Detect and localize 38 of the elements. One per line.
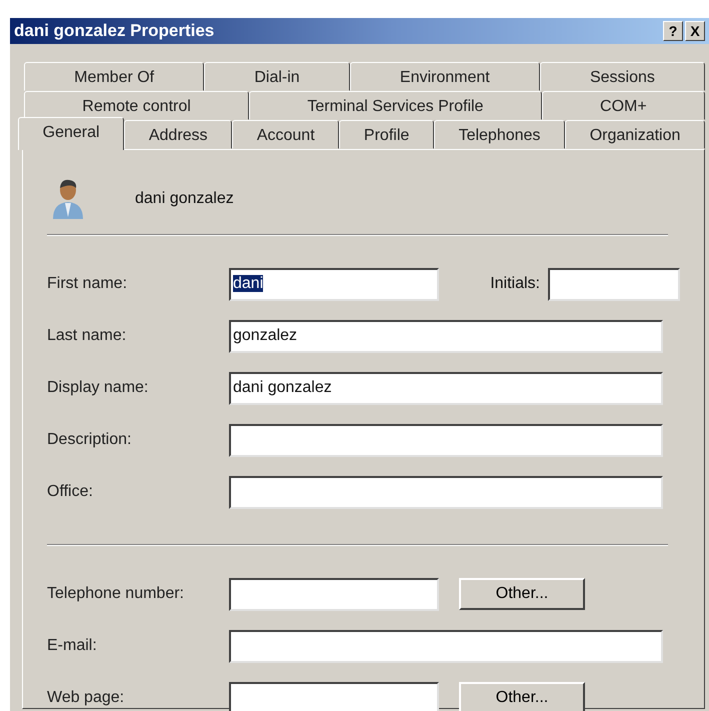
tab[interactable]: Terminal Services Profile bbox=[249, 91, 542, 120]
close-button[interactable]: X bbox=[685, 21, 705, 41]
field-label: E-mail: bbox=[47, 636, 98, 656]
field-label: Description: bbox=[47, 430, 132, 450]
tab[interactable]: Organization bbox=[565, 120, 706, 149]
input-field[interactable] bbox=[229, 424, 663, 456]
input-field[interactable] bbox=[229, 682, 439, 711]
other-button[interactable]: Other... bbox=[459, 578, 585, 610]
tab[interactable]: Address bbox=[124, 120, 232, 149]
field-label: Last name: bbox=[47, 326, 128, 346]
tab[interactable]: Remote control bbox=[24, 91, 250, 120]
field-label: Web page: bbox=[47, 688, 126, 708]
field-label: Initials: bbox=[490, 274, 540, 294]
input-field[interactable]: dani gonzalez bbox=[229, 372, 663, 404]
input-field[interactable] bbox=[548, 268, 680, 300]
tab[interactable]: Dial-in bbox=[204, 62, 350, 91]
user-icon bbox=[51, 177, 85, 221]
input-field[interactable]: dani bbox=[229, 268, 439, 300]
field-label: Telephone number: bbox=[47, 584, 185, 604]
tab[interactable]: Sessions bbox=[540, 62, 705, 91]
tab[interactable]: Telephones bbox=[434, 120, 566, 149]
user-name: dani gonzalez bbox=[135, 189, 234, 209]
input-field[interactable] bbox=[229, 630, 663, 662]
input-field[interactable]: gonzalez bbox=[229, 320, 663, 352]
tab[interactable]: Member Of bbox=[24, 62, 204, 91]
window-title: dani gonzalez Properties bbox=[14, 20, 216, 42]
field-label: Office: bbox=[47, 482, 94, 502]
tab[interactable]: Environment bbox=[350, 62, 540, 91]
tab[interactable]: Account bbox=[232, 120, 340, 149]
field-label: Display name: bbox=[47, 378, 150, 398]
tab[interactable]: COM+ bbox=[542, 91, 706, 120]
tab[interactable]: General bbox=[18, 117, 124, 150]
other-button[interactable]: Other... bbox=[459, 682, 585, 711]
field-label: First name: bbox=[47, 274, 128, 294]
input-field[interactable] bbox=[229, 578, 439, 610]
help-button[interactable]: ? bbox=[663, 21, 683, 41]
tab[interactable]: Profile bbox=[339, 120, 434, 149]
input-field[interactable] bbox=[229, 476, 663, 508]
